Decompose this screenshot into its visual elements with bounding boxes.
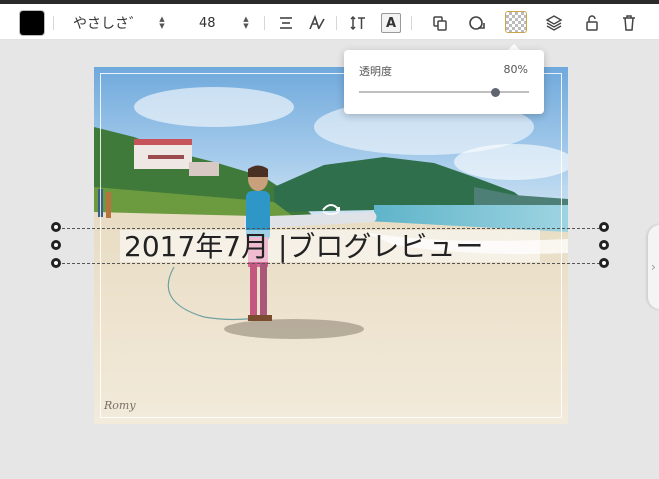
- opacity-label: 透明度: [359, 65, 392, 78]
- divider: [264, 16, 265, 30]
- divider: [336, 16, 337, 30]
- opacity-slider[interactable]: [359, 91, 529, 93]
- duplicate-icon[interactable]: [429, 12, 451, 34]
- opacity-slider-thumb[interactable]: [490, 88, 500, 97]
- toolbar: やさしさ゛ ▲ ▼ 48 ▲ ▼ A: [0, 4, 659, 40]
- canvas-text[interactable]: 2017年7月 |ブログレビュー: [124, 225, 483, 265]
- shape-icon[interactable]: [466, 12, 488, 34]
- divider: [53, 16, 54, 30]
- font-family-value: やさしさ゛: [73, 16, 143, 32]
- resize-handle-top-right[interactable]: [599, 222, 609, 232]
- align-center-icon[interactable]: [275, 12, 297, 34]
- transparency-icon[interactable]: [505, 11, 527, 33]
- font-size-input[interactable]: 48: [199, 11, 216, 35]
- chevron-right-icon: ›: [651, 260, 656, 274]
- resize-handle-right[interactable]: [599, 240, 609, 250]
- text-background-button[interactable]: A: [381, 13, 401, 33]
- font-family-select[interactable]: やさしさ゛: [73, 11, 143, 35]
- delete-icon[interactable]: [618, 12, 640, 34]
- letter-spacing-icon[interactable]: [306, 12, 328, 34]
- font-family-stepper-icon[interactable]: ▲ ▼: [157, 14, 167, 32]
- photo-signature: Romy: [104, 399, 136, 412]
- text-color-swatch[interactable]: [20, 11, 44, 35]
- rotate-handle-icon[interactable]: [320, 200, 342, 216]
- resize-handle-bottom-right[interactable]: [599, 258, 609, 268]
- layers-icon[interactable]: [543, 12, 565, 34]
- text-background-label: A: [385, 15, 397, 31]
- resize-handle-top-left[interactable]: [51, 222, 61, 232]
- resize-handle-bottom-left[interactable]: [51, 258, 61, 268]
- resize-handle-left[interactable]: [51, 240, 61, 250]
- unlock-icon[interactable]: [581, 12, 603, 34]
- side-panel-toggle[interactable]: ›: [648, 225, 659, 309]
- opacity-value: 80%: [503, 63, 528, 76]
- line-height-icon[interactable]: [347, 12, 369, 34]
- font-size-stepper-icon[interactable]: ▲ ▼: [241, 14, 251, 32]
- opacity-popup: [344, 50, 544, 114]
- divider: [411, 16, 412, 30]
- font-size-value: 48: [199, 15, 216, 31]
